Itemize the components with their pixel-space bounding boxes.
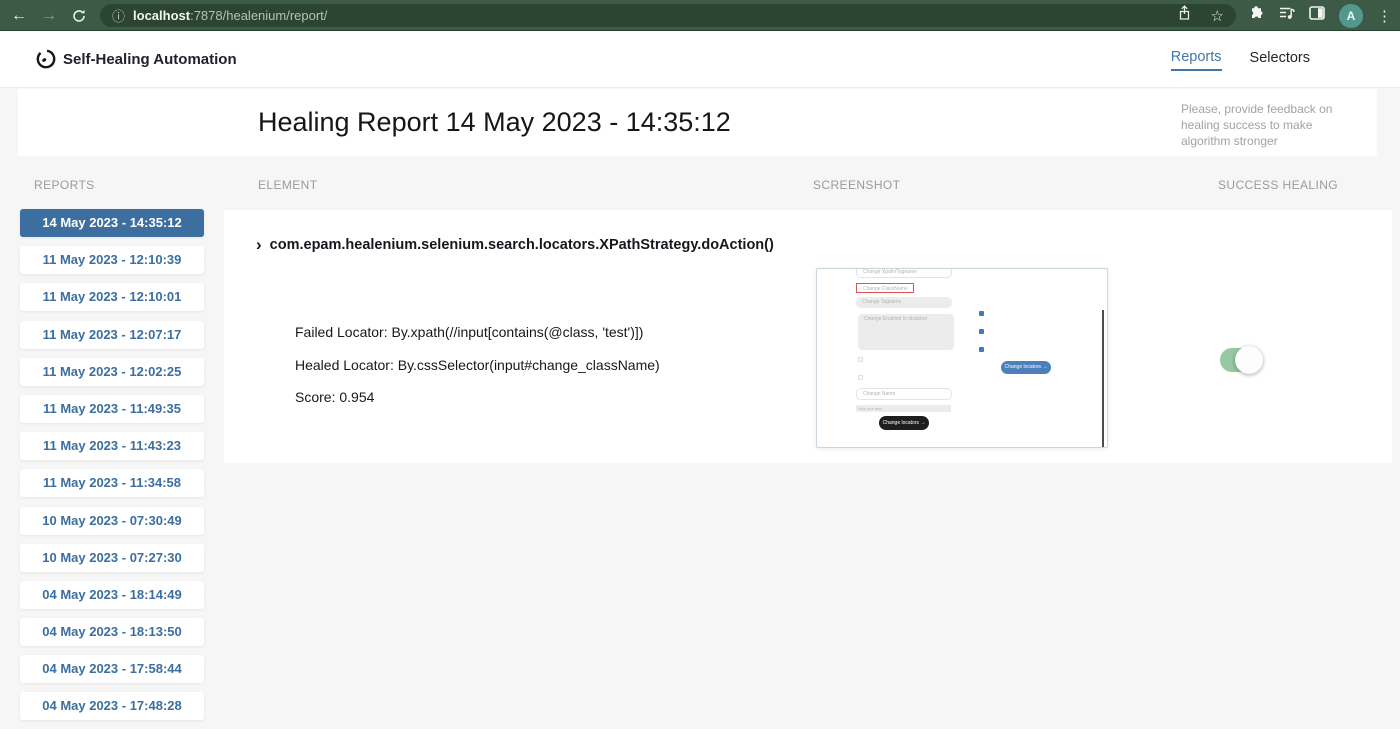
main-nav: Reports Selectors — [1170, 31, 1310, 88]
extensions-button[interactable] — [1249, 5, 1265, 26]
thumb-input-classname-highlighted: Change ClassName — [856, 283, 914, 293]
url-host: localhost — [133, 8, 191, 23]
extensions-puzzle-icon — [1252, 6, 1263, 19]
thumb-checkbox-icon — [979, 329, 984, 334]
report-list-item[interactable]: 04 May 2023 - 17:58:44 — [20, 655, 204, 684]
column-header-success-healing: SUCCESS HEALING — [1218, 178, 1339, 192]
thumb-status-bar: Now one less — [856, 405, 951, 412]
thumb-checkbox-empty-icon — [858, 375, 863, 380]
report-list: 14 May 2023 - 14:35:12 11 May 2023 - 12:… — [20, 209, 204, 729]
thumb-checkbox-icon — [979, 347, 984, 352]
profile-avatar[interactable]: A — [1339, 3, 1363, 28]
thumb-checkbox-empty-icon — [858, 357, 863, 362]
report-list-item[interactable]: 11 May 2023 - 12:07:17 — [20, 320, 204, 349]
browser-toolbar: ← → ⓘ localhost:7878/healenium/report/ ☆… — [0, 0, 1400, 31]
media-controls-icon — [1280, 7, 1295, 19]
report-list-item[interactable]: 11 May 2023 - 11:34:58 — [20, 469, 204, 498]
report-list-item[interactable]: 11 May 2023 - 12:10:01 — [20, 283, 204, 312]
report-list-item[interactable]: 10 May 2023 - 07:27:30 — [20, 543, 204, 572]
thumb-input-xpath: Change Xpath/Tagname — [856, 269, 952, 278]
thumb-scrollbar — [1102, 310, 1104, 447]
report-list-item[interactable]: 14 May 2023 - 14:35:12 — [20, 209, 204, 237]
report-list-item[interactable]: 04 May 2023 - 18:14:49 — [20, 580, 204, 609]
report-title-band: Healing Report 14 May 2023 - 14:35:12 Pl… — [18, 89, 1377, 156]
url-text[interactable]: localhost:7878/healenium/report/ — [133, 8, 327, 23]
page-title: Healing Report 14 May 2023 - 14:35:12 — [258, 107, 731, 137]
share-button[interactable] — [1178, 5, 1191, 26]
thumb-input-name: Change Name — [856, 388, 952, 400]
nav-tab-reports[interactable]: Reports — [1170, 49, 1222, 71]
report-list-item[interactable]: 10 May 2023 - 07:30:49 — [20, 506, 204, 535]
thumb-input-classname-label: Change ClassName — [863, 286, 908, 292]
report-list-item[interactable]: 11 May 2023 - 11:49:35 — [20, 394, 204, 423]
success-healing-toggle[interactable] — [1220, 346, 1263, 374]
reload-icon — [73, 9, 85, 22]
healed-locator-text: Healed Locator: By.cssSelector(input#cha… — [295, 357, 660, 373]
back-button[interactable]: ← — [6, 0, 32, 31]
media-controls-button[interactable] — [1279, 6, 1295, 25]
feedback-note: Please, provide feedback on healing succ… — [1181, 102, 1333, 148]
thumb-input-xpath-label: Change Xpath/Tagname — [863, 269, 917, 275]
nav-tab-selectors[interactable]: Selectors — [1250, 50, 1310, 70]
app-header: Self-Healing Automation Reports Selector… — [0, 31, 1400, 88]
column-header-element: ELEMENT — [258, 178, 318, 192]
thumb-input-tagname-label: Change Tagname — [862, 299, 902, 305]
site-info-icon[interactable]: ⓘ — [112, 6, 125, 25]
column-header-reports: REPORTS — [34, 178, 95, 192]
toggle-knob — [1235, 346, 1263, 374]
browser-menu-button[interactable]: ⋮ — [1377, 7, 1392, 25]
thumb-change-locators-button-black: Change locators → — [879, 416, 929, 430]
expand-chevron-icon[interactable]: › — [256, 236, 262, 253]
report-list-item[interactable]: 04 May 2023 - 18:13:50 — [20, 618, 204, 647]
thumb-checkbox-icon — [979, 311, 984, 316]
share-icon — [1179, 5, 1189, 20]
side-panel-icon — [1309, 6, 1325, 20]
healing-result-card: › com.epam.healenium.selenium.search.loc… — [224, 210, 1392, 463]
report-list-item[interactable]: 11 May 2023 - 12:10:39 — [20, 246, 204, 275]
element-method-name: com.epam.healenium.selenium.search.locat… — [269, 237, 774, 253]
report-list-item[interactable]: 11 May 2023 - 11:43:23 — [20, 432, 204, 461]
thumb-status-bar-label: Now one less — [858, 406, 883, 411]
url-path: :7878/healenium/report/ — [190, 8, 328, 23]
app-title: Self-Healing Automation — [63, 51, 237, 68]
forward-button[interactable]: → — [36, 0, 62, 31]
thumb-textarea-label: Change Enabled to disabled — [864, 316, 927, 322]
failed-locator-text: Failed Locator: By.xpath(//input[contain… — [295, 324, 644, 340]
side-panel-button[interactable] — [1309, 6, 1325, 25]
report-list-item[interactable]: 11 May 2023 - 12:02:25 — [20, 357, 204, 386]
address-bar[interactable]: ⓘ localhost:7878/healenium/report/ ☆ — [100, 4, 1236, 27]
bookmark-star-button[interactable]: ☆ — [1211, 7, 1224, 25]
element-method-row[interactable]: › com.epam.healenium.selenium.search.loc… — [256, 236, 774, 253]
thumb-change-locators-button-blue: Change locators → — [1001, 361, 1051, 374]
healing-screenshot-thumbnail[interactable]: Change Xpath/Tagname Change ClassName Ch… — [816, 268, 1108, 448]
thumb-input-name-label: Change Name — [863, 391, 896, 397]
report-list-item[interactable]: 04 May 2023 - 17:48:28 — [20, 692, 204, 721]
reload-button[interactable] — [66, 0, 92, 31]
browser-window: ← → ⓘ localhost:7878/healenium/report/ ☆… — [0, 0, 1400, 729]
healenium-logo-icon — [35, 48, 57, 75]
thumb-textarea: Change Enabled to disabled — [858, 314, 954, 350]
thumb-input-tagname: Change Tagname — [856, 297, 952, 308]
column-header-screenshot: SCREENSHOT — [813, 178, 901, 192]
score-text: Score: 0.954 — [295, 389, 375, 405]
